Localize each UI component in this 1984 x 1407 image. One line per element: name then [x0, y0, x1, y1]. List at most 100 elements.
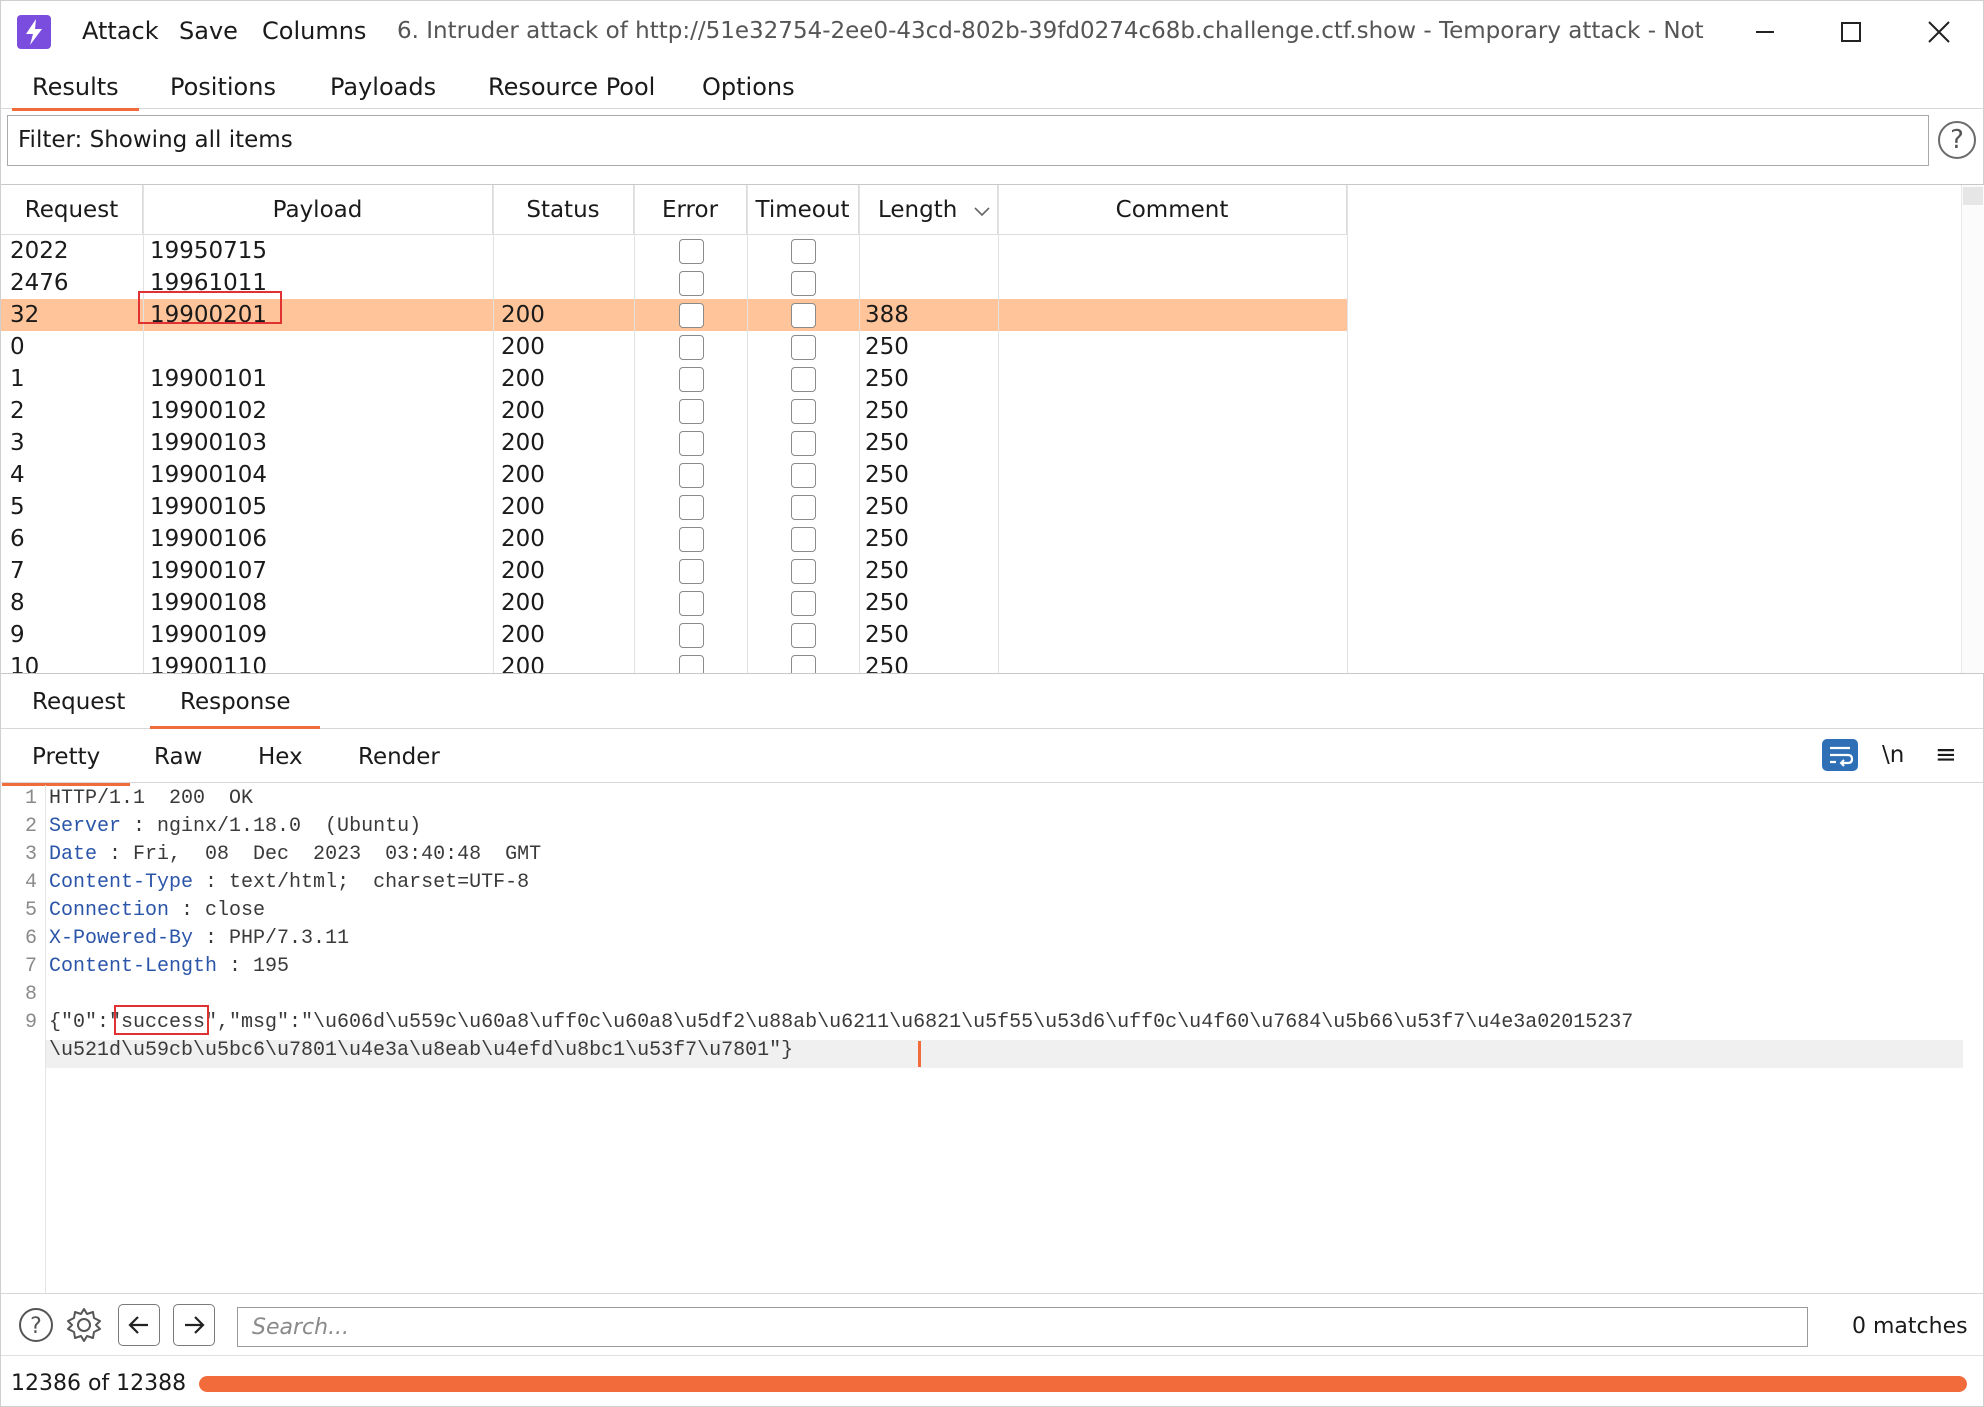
- cell-request: 2476: [10, 270, 69, 296]
- error-checkbox: [679, 623, 704, 648]
- table-row[interactable]: 8 19900108 200 250: [1, 587, 1347, 619]
- header-key: Connection: [49, 899, 170, 922]
- previous-match-button[interactable]: [118, 1304, 160, 1346]
- table-row[interactable]: 7 19900107 200 250: [1, 555, 1347, 587]
- svg-text:?: ?: [30, 1314, 42, 1339]
- menu-save[interactable]: Save: [179, 17, 238, 45]
- arrow-right-icon: [185, 1316, 205, 1334]
- header-line: X-Powered-By : PHP/7.3.11: [49, 927, 349, 950]
- response-body-line: {"0":"success","msg":"\u606d\u559c\u60a8…: [49, 1011, 1634, 1034]
- table-row[interactable]: 5 19900105 200 250: [1, 491, 1347, 523]
- header-separator: :: [97, 843, 134, 866]
- cell-status: 200: [501, 654, 545, 674]
- cell-length: 250: [865, 462, 909, 488]
- menu-attack[interactable]: Attack: [82, 17, 159, 45]
- hamburger-menu-icon[interactable]: ≡: [1935, 740, 1957, 770]
- timeout-checkbox: [791, 527, 816, 552]
- error-checkbox: [679, 303, 704, 328]
- close-button[interactable]: [1911, 11, 1967, 53]
- column-divider[interactable]: [634, 185, 635, 673]
- header-separator: :: [193, 871, 230, 894]
- table-row[interactable]: 6 19900106 200 250: [1, 523, 1347, 555]
- cell-length: 250: [865, 430, 909, 456]
- progress-count: 12386 of 12388: [11, 1371, 187, 1396]
- cell-payload: 19900101: [150, 366, 268, 392]
- table-row[interactable]: 2 19900102 200 250: [1, 395, 1347, 427]
- header-value: 195: [253, 955, 290, 978]
- cell-payload: 19900108: [150, 590, 268, 616]
- col-timeout[interactable]: Timeout: [747, 185, 859, 235]
- menu-columns[interactable]: Columns: [262, 17, 366, 45]
- table-scrollbar[interactable]: [1961, 185, 1984, 673]
- column-divider[interactable]: [998, 185, 999, 673]
- cell-request: 10: [10, 654, 40, 674]
- cell-payload: 19900103: [150, 430, 268, 456]
- minimize-button[interactable]: [1737, 11, 1793, 53]
- response-body-line: \u521d\u59cb\u5bc6\u7801\u4e3a\u8eab\u4e…: [49, 1039, 794, 1062]
- col-request[interactable]: Request: [1, 185, 143, 235]
- tab-raw[interactable]: Raw: [154, 744, 202, 770]
- timeout-checkbox: [791, 303, 816, 328]
- close-icon: [1928, 21, 1950, 43]
- table-header: Request Payload Status Error Timeout Len…: [1, 185, 1347, 235]
- filter-bar[interactable]: Filter: Showing all items: [7, 115, 1929, 166]
- cell-status: 200: [501, 334, 545, 360]
- table-row[interactable]: 2022 19950715: [1, 235, 1347, 267]
- column-divider[interactable]: [493, 185, 494, 673]
- tab-pretty[interactable]: Pretty: [1, 744, 131, 786]
- table-row[interactable]: 4 19900104 200 250: [1, 459, 1347, 491]
- header-line: Content-Length : 195: [49, 955, 289, 978]
- cell-payload: 19900110: [150, 654, 268, 674]
- line-gutter: [45, 785, 46, 1293]
- tab-positions[interactable]: Positions: [170, 69, 276, 109]
- col-status[interactable]: Status: [493, 185, 634, 235]
- header-key: Content-Length: [49, 955, 218, 978]
- table-row[interactable]: 0 200 250: [1, 331, 1347, 363]
- payload-highlight-box: [138, 291, 282, 324]
- cell-status: 200: [501, 558, 545, 584]
- tab-request[interactable]: Request: [32, 689, 125, 715]
- progress-fill: [199, 1376, 1967, 1392]
- column-divider[interactable]: [143, 185, 144, 673]
- response-viewer[interactable]: 1 2 3 4 5 6 7 8 9 HTTP/1.1 200 OK Server : nginx/1…: [1, 785, 1984, 1293]
- col-payload[interactable]: Payload: [143, 185, 493, 235]
- arrow-left-icon: [128, 1316, 148, 1334]
- cell-request: 7: [10, 558, 25, 584]
- tab-hex[interactable]: Hex: [258, 744, 303, 770]
- timeout-checkbox: [791, 623, 816, 648]
- search-input[interactable]: [237, 1307, 1808, 1347]
- column-divider[interactable]: [1347, 185, 1348, 673]
- timeout-checkbox: [791, 335, 816, 360]
- cell-length: 250: [865, 654, 909, 674]
- table-row[interactable]: 1 19900101 200 250: [1, 363, 1347, 395]
- show-newlines-button[interactable]: \n: [1882, 742, 1904, 768]
- word-wrap-button[interactable]: [1822, 739, 1858, 771]
- error-checkbox: [679, 335, 704, 360]
- col-comment[interactable]: Comment: [998, 185, 1347, 235]
- maximize-button[interactable]: [1823, 11, 1879, 53]
- col-error[interactable]: Error: [634, 185, 747, 235]
- table-row[interactable]: 3 19900103 200 250: [1, 427, 1347, 459]
- table-row[interactable]: 9 19900109 200 250: [1, 619, 1347, 651]
- tab-resource-pool[interactable]: Resource Pool: [488, 69, 655, 109]
- search-bar: ? 0 matches: [1, 1293, 1983, 1355]
- column-divider[interactable]: [747, 185, 748, 673]
- help-button[interactable]: ?: [15, 1304, 57, 1346]
- column-divider[interactable]: [859, 185, 860, 673]
- settings-button[interactable]: [63, 1304, 105, 1346]
- help-icon[interactable]: ?: [1938, 121, 1976, 159]
- gear-icon: [67, 1308, 101, 1342]
- tab-response[interactable]: Response: [149, 689, 322, 729]
- cell-payload: 19900107: [150, 558, 268, 584]
- col-length[interactable]: Length: [859, 185, 998, 235]
- cell-length: 250: [865, 366, 909, 392]
- tab-results[interactable]: Results: [12, 69, 139, 111]
- cell-request: 32: [10, 302, 40, 328]
- table-scrollbar-thumb[interactable]: [1963, 187, 1983, 205]
- tab-payloads[interactable]: Payloads: [330, 69, 436, 109]
- cell-payload: 19900105: [150, 494, 268, 520]
- tab-options[interactable]: Options: [702, 69, 795, 109]
- table-row[interactable]: 10 19900110 200 250: [1, 651, 1347, 674]
- tab-render[interactable]: Render: [358, 744, 440, 770]
- next-match-button[interactable]: [173, 1304, 215, 1346]
